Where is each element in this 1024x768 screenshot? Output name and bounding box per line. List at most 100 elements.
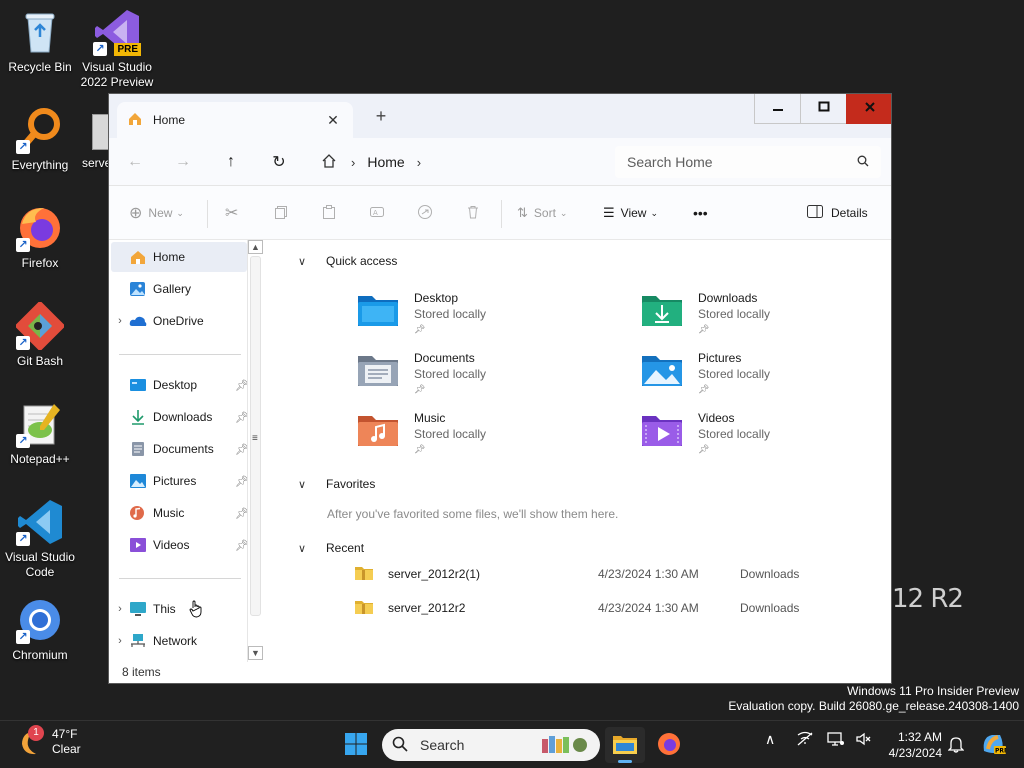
sidebar-item-documents[interactable]: Documents 📌︎ [111, 434, 249, 464]
paste-button[interactable] [321, 202, 337, 224]
volume-muted-icon[interactable] [855, 731, 873, 750]
sidebar-item-network[interactable]: › Network [111, 626, 247, 656]
shortcut-arrow-icon: ↗ [16, 532, 30, 546]
search-highlight-books-icon [538, 733, 590, 758]
search-input[interactable]: Search Home [615, 146, 881, 178]
videos-icon [129, 537, 147, 553]
favorites-header[interactable]: ∨ Favorites [298, 477, 375, 491]
forward-button[interactable]: → [173, 152, 193, 172]
network-icon [129, 633, 147, 649]
network-disconnected-icon[interactable] [796, 731, 814, 750]
documents-icon [129, 441, 147, 457]
share-button[interactable] [417, 202, 433, 224]
recent-file-row[interactable]: server_2012r2 4/23/2024 1:30 AM Download… [354, 597, 874, 619]
visual-studio-icon: PRE ↗ [93, 8, 141, 56]
tab-home[interactable]: Home ✕ [117, 102, 353, 138]
refresh-button[interactable]: ↻ [269, 152, 289, 172]
quick-access-header[interactable]: ∨ Quick access [298, 254, 397, 268]
recent-file-name: server_2012r2(1) [388, 567, 481, 581]
details-button[interactable]: Details [807, 202, 868, 224]
home-icon [127, 111, 143, 130]
folder-status: Stored locally [414, 367, 487, 381]
folder-tile-desktop[interactable]: Desktop Stored locally 📌︎ [356, 290, 616, 340]
desktop-icon-vscode[interactable]: ↗ Visual Studio Code [0, 498, 80, 580]
downloads-folder-icon [640, 290, 684, 330]
folder-tile-documents[interactable]: Documents Stored locally 📌︎ [356, 350, 616, 400]
taskbar-search-box[interactable]: Search [382, 729, 600, 761]
sidebar-item-videos[interactable]: Videos 📌︎ [111, 530, 249, 560]
chevron-right-icon[interactable]: › [111, 635, 129, 647]
sort-button[interactable]: ⇅ Sort ⌄ [517, 202, 567, 224]
sidebar-item-gallery[interactable]: Gallery [111, 274, 247, 304]
chevron-right-icon[interactable]: › [111, 603, 129, 615]
sidebar-item-music[interactable]: Music 📌︎ [111, 498, 249, 528]
desktop-icon-git-bash[interactable]: ↗ Git Bash [0, 300, 80, 369]
delete-button[interactable] [465, 202, 481, 224]
system-clock[interactable]: 1:32 AM 4/23/2024 [882, 729, 942, 761]
new-tab-button[interactable]: + [369, 106, 393, 127]
close-window-button[interactable] [846, 94, 891, 124]
desktop-icon-notepad-plus-plus[interactable]: ↗ Notepad++ [0, 400, 80, 467]
scroll-up-arrow-icon[interactable]: ▲ [248, 240, 263, 254]
arrow-up-icon: ↑ [227, 153, 235, 170]
content-area: ∨ Quick access Desktop Stored locally 📌︎… [266, 240, 891, 665]
desktop-icon-chromium[interactable]: ↗ Chromium [0, 596, 80, 663]
sidebar-item-downloads[interactable]: Downloads 📌︎ [111, 402, 249, 432]
folder-tile-downloads[interactable]: Downloads Stored locally 📌︎ [640, 290, 891, 340]
sidebar-item-label: Downloads [153, 410, 213, 424]
address-box[interactable]: › Home › [309, 146, 609, 178]
folder-tile-videos[interactable]: Videos Stored locally 📌︎ [640, 410, 891, 460]
documents-folder-icon [356, 350, 400, 390]
scroll-down-arrow-icon[interactable]: ▼ [248, 646, 263, 660]
display-icon[interactable] [827, 731, 845, 750]
copilot-icon[interactable]: PRE [980, 731, 1008, 760]
view-button[interactable]: ☰ View ⌄ [603, 202, 658, 224]
new-button[interactable]: ⊕ New ⌄ [129, 202, 184, 224]
chevron-right-icon[interactable]: › [417, 155, 421, 170]
desktop-icon-label: Recycle Bin [8, 60, 72, 74]
pictures-folder-icon [640, 350, 684, 390]
downloads-icon [129, 409, 147, 425]
more-options-button[interactable]: ••• [693, 202, 708, 224]
sidebar-item-onedrive[interactable]: › OneDrive [111, 306, 247, 336]
sidebar-item-pictures[interactable]: Pictures 📌︎ [111, 466, 249, 496]
up-button[interactable]: ↑ [221, 152, 241, 172]
rename-button[interactable]: A [369, 202, 385, 224]
start-button[interactable] [336, 727, 376, 763]
breadcrumb-home[interactable]: Home [367, 154, 404, 170]
desktop-icon-recycle-bin[interactable]: Recycle Bin [0, 8, 80, 75]
title-bar[interactable]: Home ✕ + [109, 94, 891, 138]
home-icon [129, 249, 147, 265]
folder-tile-pictures[interactable]: Pictures Stored locally 📌︎ [640, 350, 891, 400]
sidebar-item-home[interactable]: Home [111, 242, 247, 272]
desktop-icon-firefox[interactable]: ↗ Firefox [0, 204, 80, 271]
home-icon [321, 153, 337, 172]
firefox-icon [657, 732, 681, 759]
sidebar-item-desktop[interactable]: Desktop 📌︎ [111, 370, 249, 400]
copy-button[interactable] [273, 202, 289, 224]
chevron-up-icon[interactable]: ∧ [765, 731, 775, 748]
zip-folder-icon [354, 565, 374, 584]
recent-file-row[interactable]: server_2012r2(1) 4/23/2024 1:30 AM Downl… [354, 563, 874, 585]
minimize-button[interactable] [754, 94, 800, 124]
notification-bell-icon[interactable] [947, 735, 965, 756]
close-tab-icon[interactable]: ✕ [323, 112, 343, 129]
chevron-right-icon[interactable]: › [351, 155, 355, 170]
back-button[interactable]: ← [125, 152, 145, 172]
folder-tile-music[interactable]: Music Stored locally 📌︎ [356, 410, 616, 460]
cut-button[interactable]: ✂ [225, 202, 238, 224]
sidebar-scrollbar[interactable]: ▲ ≡ ▼ [247, 240, 263, 662]
chevron-right-icon[interactable]: › [111, 315, 129, 327]
taskbar-file-explorer[interactable] [605, 727, 645, 763]
desktop-icon-visual-studio[interactable]: PRE ↗ Visual Studio 2022 Preview [77, 8, 157, 90]
sidebar-item-this-pc[interactable]: › This [111, 594, 247, 624]
weather-widget[interactable]: 1 47°F Clear [16, 725, 81, 757]
desktop-icon-everything[interactable]: ↗ Everything [0, 106, 80, 173]
taskbar-firefox[interactable] [649, 727, 689, 763]
file-explorer-icon [612, 733, 638, 758]
sidebar-item-label: Documents [153, 442, 214, 456]
file-explorer-window: Home ✕ + ← → ↑ ↻ › Home › Search Home ⊕ … [108, 93, 892, 684]
maximize-button[interactable] [800, 94, 846, 124]
videos-folder-icon [640, 410, 684, 450]
recent-header[interactable]: ∨ Recent [298, 541, 364, 555]
